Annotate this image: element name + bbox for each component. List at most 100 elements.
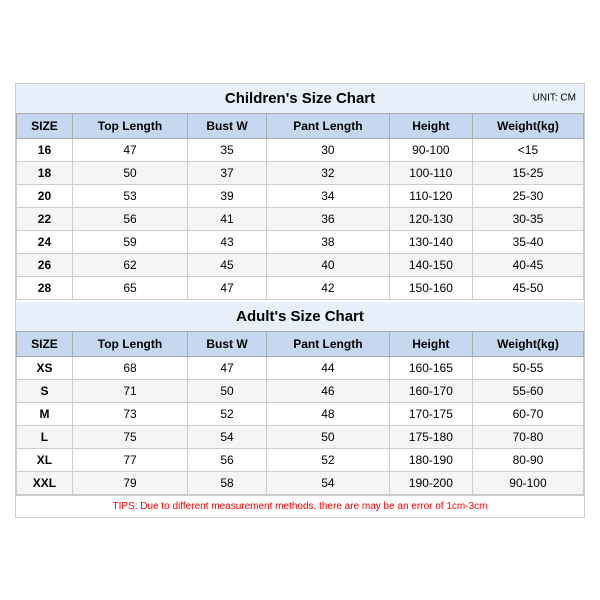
data-cell: 73 <box>72 402 187 425</box>
data-cell: 79 <box>72 471 187 494</box>
data-cell: 52 <box>266 448 389 471</box>
data-cell: 71 <box>72 379 187 402</box>
table-row: M735248170-17560-70 <box>17 402 584 425</box>
data-cell: 56 <box>72 207 187 230</box>
data-cell: 45-50 <box>472 276 583 299</box>
data-cell: 50 <box>266 425 389 448</box>
data-cell: 50 <box>188 379 267 402</box>
data-cell: 48 <box>266 402 389 425</box>
children-section-title: Children's Size Chart UNIT: CM <box>16 84 584 113</box>
data-cell: 50-55 <box>472 356 583 379</box>
data-cell: 62 <box>72 253 187 276</box>
col-top-length: Top Length <box>72 113 187 138</box>
data-cell: 160-165 <box>389 356 472 379</box>
data-cell: 36 <box>266 207 389 230</box>
adult-col-height: Height <box>389 331 472 356</box>
data-cell: 68 <box>72 356 187 379</box>
data-cell: 70-80 <box>472 425 583 448</box>
data-cell: 43 <box>188 230 267 253</box>
adult-header-row: SIZE Top Length Bust W Pant Length Heigh… <box>17 331 584 356</box>
data-cell: 130-140 <box>389 230 472 253</box>
data-cell: 40-45 <box>472 253 583 276</box>
table-row: S715046160-17055-60 <box>17 379 584 402</box>
data-cell: 38 <box>266 230 389 253</box>
col-height: Height <box>389 113 472 138</box>
data-cell: 35-40 <box>472 230 583 253</box>
size-cell: 24 <box>17 230 73 253</box>
col-pant-length: Pant Length <box>266 113 389 138</box>
data-cell: 77 <box>72 448 187 471</box>
table-row: 20533934110-12025-30 <box>17 184 584 207</box>
data-cell: <15 <box>472 138 583 161</box>
table-row: L755450175-18070-80 <box>17 425 584 448</box>
adult-tbody: XS684744160-16550-55S715046160-17055-60M… <box>17 356 584 494</box>
data-cell: 90-100 <box>472 471 583 494</box>
data-cell: 47 <box>188 276 267 299</box>
data-cell: 59 <box>72 230 187 253</box>
size-cell: S <box>17 379 73 402</box>
adult-col-size: SIZE <box>17 331 73 356</box>
data-cell: 60-70 <box>472 402 583 425</box>
data-cell: 35 <box>188 138 267 161</box>
table-row: 18503732100-11015-25 <box>17 161 584 184</box>
data-cell: 80-90 <box>472 448 583 471</box>
data-cell: 150-160 <box>389 276 472 299</box>
adult-col-top-length: Top Length <box>72 331 187 356</box>
data-cell: 53 <box>72 184 187 207</box>
data-cell: 15-25 <box>472 161 583 184</box>
size-cell: 26 <box>17 253 73 276</box>
data-cell: 140-150 <box>389 253 472 276</box>
data-cell: 37 <box>188 161 267 184</box>
data-cell: 120-130 <box>389 207 472 230</box>
table-row: XL775652180-19080-90 <box>17 448 584 471</box>
col-size: SIZE <box>17 113 73 138</box>
data-cell: 47 <box>188 356 267 379</box>
adult-section-title: Adult's Size Chart <box>16 302 584 331</box>
size-cell: L <box>17 425 73 448</box>
data-cell: 170-175 <box>389 402 472 425</box>
data-cell: 32 <box>266 161 389 184</box>
data-cell: 47 <box>72 138 187 161</box>
size-cell: XS <box>17 356 73 379</box>
size-cell: XXL <box>17 471 73 494</box>
data-cell: 110-120 <box>389 184 472 207</box>
data-cell: 90-100 <box>389 138 472 161</box>
data-cell: 44 <box>266 356 389 379</box>
data-cell: 180-190 <box>389 448 472 471</box>
data-cell: 54 <box>266 471 389 494</box>
unit-label: UNIT: CM <box>533 93 576 104</box>
data-cell: 175-180 <box>389 425 472 448</box>
adult-col-pant-length: Pant Length <box>266 331 389 356</box>
data-cell: 56 <box>188 448 267 471</box>
data-cell: 160-170 <box>389 379 472 402</box>
size-cell: 28 <box>17 276 73 299</box>
table-row: 1647353090-100<15 <box>17 138 584 161</box>
data-cell: 45 <box>188 253 267 276</box>
size-cell: 22 <box>17 207 73 230</box>
data-cell: 75 <box>72 425 187 448</box>
adult-table: SIZE Top Length Bust W Pant Length Heigh… <box>16 331 584 495</box>
col-bust-w: Bust W <box>188 113 267 138</box>
size-cell: 16 <box>17 138 73 161</box>
data-cell: 42 <box>266 276 389 299</box>
data-cell: 65 <box>72 276 187 299</box>
data-cell: 40 <box>266 253 389 276</box>
children-header-row: SIZE Top Length Bust W Pant Length Heigh… <box>17 113 584 138</box>
size-cell: 20 <box>17 184 73 207</box>
data-cell: 30-35 <box>472 207 583 230</box>
table-row: XXL795854190-20090-100 <box>17 471 584 494</box>
data-cell: 46 <box>266 379 389 402</box>
data-cell: 100-110 <box>389 161 472 184</box>
data-cell: 39 <box>188 184 267 207</box>
adult-title-text: Adult's Size Chart <box>236 308 364 325</box>
table-row: 28654742150-16045-50 <box>17 276 584 299</box>
data-cell: 190-200 <box>389 471 472 494</box>
children-title-text: Children's Size Chart <box>225 90 375 107</box>
data-cell: 41 <box>188 207 267 230</box>
table-row: 26624540140-15040-45 <box>17 253 584 276</box>
size-cell: XL <box>17 448 73 471</box>
size-cell: M <box>17 402 73 425</box>
table-row: 22564136120-13030-35 <box>17 207 584 230</box>
data-cell: 55-60 <box>472 379 583 402</box>
col-weight: Weight(kg) <box>472 113 583 138</box>
